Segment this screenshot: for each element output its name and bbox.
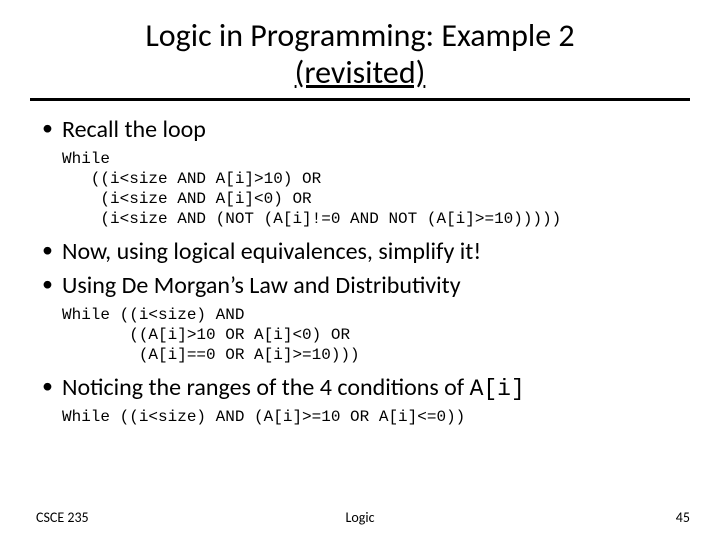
bullet-text-prefix: Noticing the ranges of the 4 conditions … <box>62 373 470 402</box>
code-block-demorgan: While ((i<size) AND ((A[i]>10 OR A[i]<0)… <box>62 305 684 365</box>
footer-course: CSCE 235 <box>36 509 89 526</box>
code-block-final: While ((i<size) AND (A[i]>=10 OR A[i]<=0… <box>62 407 684 427</box>
code-block-original: While ((i<size AND A[i]>10) OR (i<size A… <box>62 149 684 229</box>
bullet-text: Recall the loop <box>62 115 206 144</box>
slide-title: Logic in Programming: Example 2 (revisit… <box>30 18 690 101</box>
inline-code-ai: A[i] <box>470 376 525 402</box>
footer-topic: Logic <box>0 509 720 526</box>
bullet-text: Now, using logical equivalences, simplif… <box>62 237 481 266</box>
bullet-text-suffix: s Law and Distributivity <box>234 271 460 300</box>
bullet-text-prefix: Using De Morgan <box>62 271 230 300</box>
slide: Logic in Programming: Example 2 (revisit… <box>0 0 720 540</box>
slide-footer: CSCE 235 Logic 45 <box>0 509 720 526</box>
bullet-demorgan: Using De Morgan’s Law and Distributivity <box>36 271 684 301</box>
footer-page-number: 45 <box>676 509 690 526</box>
bullet-recall: Recall the loop <box>36 115 684 145</box>
title-line-2: (revisited) <box>295 53 426 92</box>
bullet-simplify: Now, using logical equivalences, simplif… <box>36 237 684 267</box>
bullet-list: Recall the loop While ((i<size AND A[i]>… <box>36 115 684 428</box>
bullet-ranges: Noticing the ranges of the 4 conditions … <box>36 373 684 404</box>
title-line-1: Logic in Programming: Example 2 <box>145 16 574 55</box>
